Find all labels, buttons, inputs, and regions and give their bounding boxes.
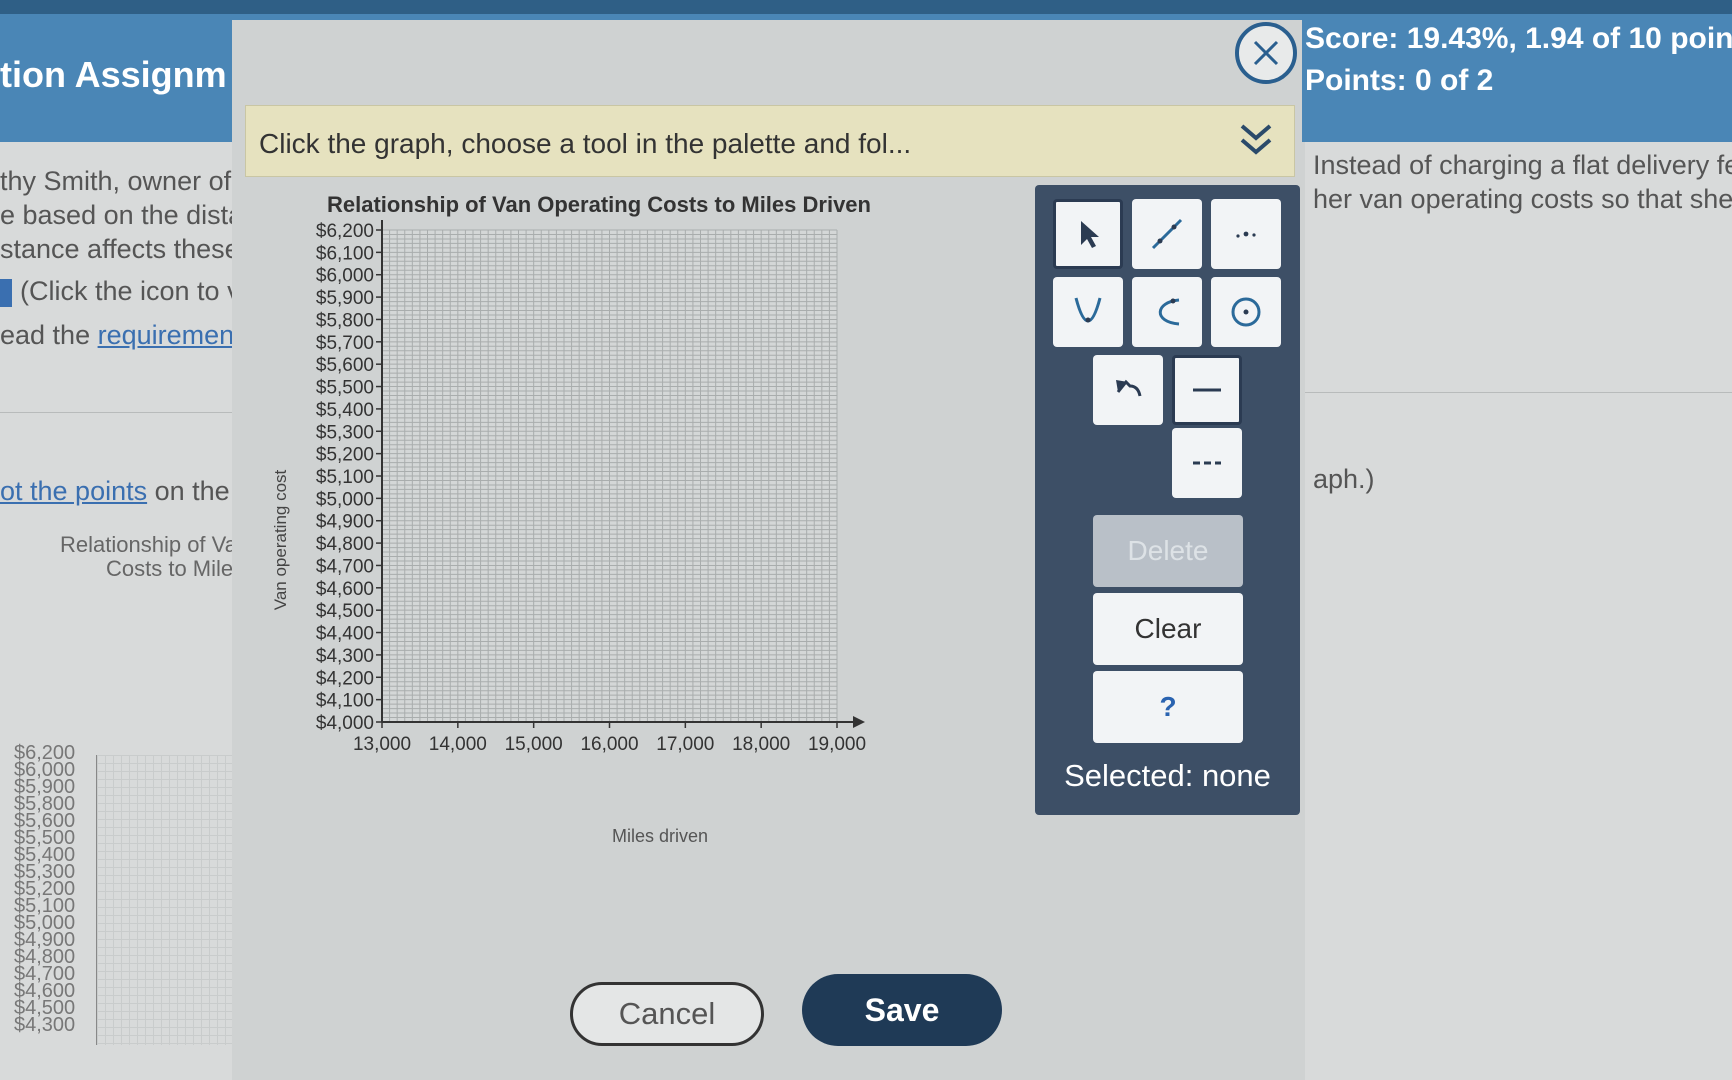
x-tick-label: 16,000: [580, 734, 638, 755]
curve-tool[interactable]: [1132, 277, 1202, 347]
y-tick-label: $4,600: [316, 579, 374, 600]
line-icon: [1151, 218, 1183, 250]
y-tick-label: $5,500: [316, 378, 374, 399]
data-table-icon[interactable]: [0, 278, 12, 307]
y-tick-label: $4,700: [316, 556, 374, 577]
y-tick-label: $4,200: [316, 668, 374, 689]
point-tool[interactable]: [1211, 199, 1281, 269]
y-tick-label: $6,200: [316, 221, 374, 242]
divider: [1305, 392, 1732, 393]
x-tick-label: 14,000: [429, 734, 487, 755]
instruction-bar: Click the graph, choose a tool in the pa…: [245, 105, 1295, 177]
y-tick-label: $5,900: [316, 288, 374, 309]
y-tick-label: $5,800: [316, 310, 374, 331]
solid-line-style[interactable]: [1172, 355, 1242, 425]
y-axis-label: Van operating cost: [271, 469, 290, 611]
delete-button[interactable]: Delete: [1093, 515, 1243, 587]
mini-tick-label: $4,300: [14, 1014, 76, 1036]
divider: [0, 412, 250, 413]
read-prefix: ead the: [0, 320, 98, 350]
assignment-title: tion Assignm: [0, 54, 227, 95]
question-text-line: her van operating costs so that she: [1313, 184, 1732, 214]
close-button[interactable]: [1235, 22, 1297, 84]
mini-chart-grid: [96, 755, 247, 1045]
points-text: Points: 0 of 2: [1305, 64, 1494, 97]
cancel-button[interactable]: Cancel: [570, 982, 764, 1046]
mini-chart-ticks: $6,200 $6,000 $5,900 $5,800 $5,600 $5,500 $5,4…: [14, 743, 76, 1036]
y-tick-label: $5,700: [316, 333, 374, 354]
x-tick-label: 18,000: [732, 734, 790, 755]
y-tick-label: $4,500: [316, 601, 374, 622]
x-tick-label: 13,000: [353, 734, 411, 755]
question-text-line: stance affects these: [0, 234, 240, 264]
x-tick-label: 19,000: [808, 734, 866, 755]
y-tick-label: $4,000: [316, 713, 374, 734]
y-tick-label: $4,800: [316, 534, 374, 555]
x-axis-label: Miles driven: [612, 826, 709, 846]
help-button[interactable]: ?: [1093, 671, 1243, 743]
question-text-line: aph.): [1313, 464, 1375, 494]
parabola-tool[interactable]: [1053, 277, 1123, 347]
background-right-panel: Instead of charging a flat delivery fe h…: [1305, 142, 1732, 1080]
undo-tool[interactable]: [1093, 355, 1163, 425]
clear-button[interactable]: Clear: [1093, 593, 1243, 665]
tool-palette: Delete Clear ? Selected: none: [1035, 185, 1300, 815]
chart-title: Relationship of Van Operating Costs to M…: [327, 192, 871, 217]
pointer-tool[interactable]: [1053, 199, 1123, 269]
y-tick-label: $4,300: [316, 646, 374, 667]
parabola-icon: [1074, 297, 1102, 323]
read-requirements-line: ead the requirement:: [0, 320, 249, 351]
chevron-double-down-icon: [1240, 124, 1272, 155]
y-tick-label: $4,400: [316, 624, 374, 645]
undo-icon: [1116, 379, 1142, 397]
selected-status: Selected: none: [1064, 758, 1271, 793]
requirements-link[interactable]: requirement:: [98, 320, 250, 350]
close-icon: [1253, 40, 1279, 66]
circle-tool[interactable]: [1211, 277, 1281, 347]
solid-line-icon: [1193, 388, 1221, 392]
y-tick-label: $5,200: [316, 445, 374, 466]
x-axis-arrow: [853, 716, 865, 728]
dashed-line-icon: [1193, 461, 1221, 465]
y-tick-label: $4,100: [316, 691, 374, 712]
arrow-pointer-icon: [1081, 221, 1099, 248]
x-tick-label: 15,000: [505, 734, 563, 755]
mini-chart-title: Costs to Miles: [106, 556, 245, 581]
question-text-line: e based on the dista: [0, 200, 244, 230]
y-tick-label: $6,100: [316, 243, 374, 264]
icon-hint-text: (Click the icon to v: [20, 276, 241, 306]
y-tick-label: $5,400: [316, 400, 374, 421]
top-strip: [0, 0, 1732, 14]
mini-chart-title: Relationship of Va: [60, 532, 237, 557]
curve-icon: [1158, 298, 1180, 326]
x-tick-label: 17,000: [656, 734, 714, 755]
question-text-line: thy Smith, owner of: [0, 166, 232, 196]
y-tick-label: $5,100: [316, 467, 374, 488]
plot-points-link[interactable]: ot the points: [0, 476, 147, 506]
circle-point-icon: [1231, 297, 1261, 327]
dots-icon: [1236, 231, 1256, 238]
plot-points-line: ot the points on the g: [0, 476, 250, 507]
score-text: Score: 19.43%, 1.94 of 10 points: [1305, 22, 1732, 55]
save-button[interactable]: Save: [802, 974, 1002, 1046]
graph-area[interactable]: $4,000$4,100$4,200$4,300$4,400$4,500$4,6…: [300, 220, 980, 820]
dashed-line-style[interactable]: [1172, 428, 1242, 498]
y-tick-label: $5,600: [316, 355, 374, 376]
y-tick-label: $5,300: [316, 422, 374, 443]
question-text-line: Instead of charging a flat delivery fe: [1313, 150, 1732, 180]
y-tick-label: $6,000: [316, 266, 374, 287]
y-tick-label: $4,900: [316, 512, 374, 533]
y-tick-label: $5,000: [316, 489, 374, 510]
instruction-text: Click the graph, choose a tool in the pa…: [259, 128, 912, 159]
question-text-line: (Click the icon to v: [0, 276, 241, 307]
collapse-button[interactable]: [1236, 118, 1276, 162]
line-tool[interactable]: [1132, 199, 1202, 269]
background-left-panel: thy Smith, owner of e based on the dista…: [0, 142, 250, 1080]
